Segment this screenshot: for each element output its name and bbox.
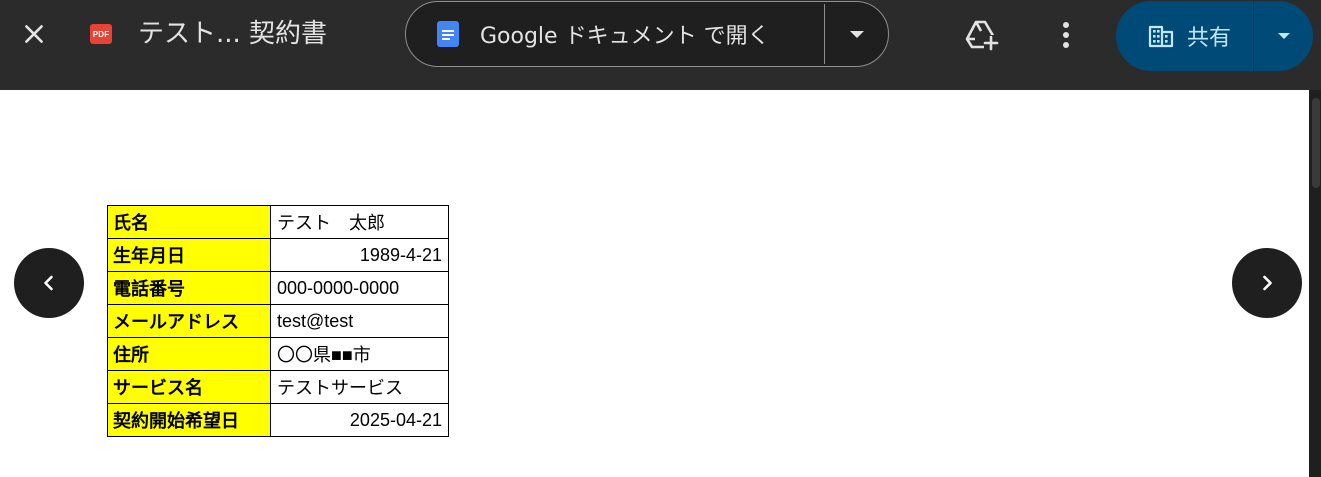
field-label-start-date: 契約開始希望日 [107, 403, 271, 437]
chevron-right-icon [1263, 275, 1272, 291]
previous-file-button[interactable] [14, 248, 84, 318]
field-label-address: 住所 [107, 337, 271, 371]
field-value-start-date: 2025-04-21 [270, 403, 449, 437]
close-button[interactable] [14, 14, 54, 54]
share-control: 共有 [1116, 1, 1313, 71]
table-row: 生年月日 1989-4-21 [107, 238, 449, 272]
open-with-dropdown-button[interactable] [825, 2, 888, 66]
field-value-email: test@test [270, 304, 449, 338]
viewer-toolbar: PDF テスト... 契約書 Google ドキュメント で開く 共有 [0, 0, 1321, 90]
caret-down-icon [849, 30, 864, 38]
add-to-drive-button[interactable] [962, 15, 1002, 55]
open-with-google-docs-button[interactable]: Google ドキュメント で開く [406, 2, 824, 66]
field-value-name: テスト 太郎 [270, 205, 449, 239]
table-row: 契約開始希望日 2025-04-21 [107, 403, 449, 437]
table-row: サービス名 テストサービス [107, 370, 449, 404]
field-value-service: テストサービス [270, 370, 449, 404]
contract-info-table: 氏名 テスト 太郎 生年月日 1989-4-21 電話番号 000-0000-0… [107, 205, 449, 437]
open-with-google-docs-control: Google ドキュメント で開く [405, 1, 889, 67]
table-row: 氏名 テスト 太郎 [107, 205, 449, 239]
field-label-service: サービス名 [107, 370, 271, 404]
more-options-button[interactable] [1046, 15, 1086, 55]
field-value-birthdate: 1989-4-21 [270, 238, 449, 272]
add-to-drive-icon [965, 20, 999, 51]
scrollbar-thumb[interactable] [1312, 98, 1320, 188]
next-file-button[interactable] [1232, 248, 1302, 318]
table-row: 電話番号 000-0000-0000 [107, 271, 449, 305]
caret-down-icon [1277, 33, 1290, 39]
field-label-name: 氏名 [107, 205, 271, 239]
file-title: テスト... 契約書 [138, 19, 328, 49]
field-value-phone: 000-0000-0000 [270, 271, 449, 305]
table-row: 住所 〇〇県■■市 [107, 337, 449, 371]
share-button[interactable]: 共有 [1116, 1, 1253, 71]
field-value-address: 〇〇県■■市 [270, 337, 449, 371]
field-label-phone: 電話番号 [107, 271, 271, 305]
pdf-icon: PDF [90, 24, 112, 44]
more-vert-icon [1063, 22, 1069, 48]
field-label-email: メールアドレス [107, 304, 271, 338]
google-docs-icon [437, 21, 459, 47]
share-dropdown-button[interactable] [1254, 1, 1313, 71]
close-icon [25, 25, 43, 43]
building-icon [1148, 25, 1174, 48]
share-label: 共有 [1187, 26, 1232, 51]
field-label-birthdate: 生年月日 [107, 238, 271, 272]
chevron-left-icon [44, 275, 53, 291]
open-with-label: Google ドキュメント で開く [480, 24, 770, 49]
table-row: メールアドレス test@test [107, 304, 449, 338]
